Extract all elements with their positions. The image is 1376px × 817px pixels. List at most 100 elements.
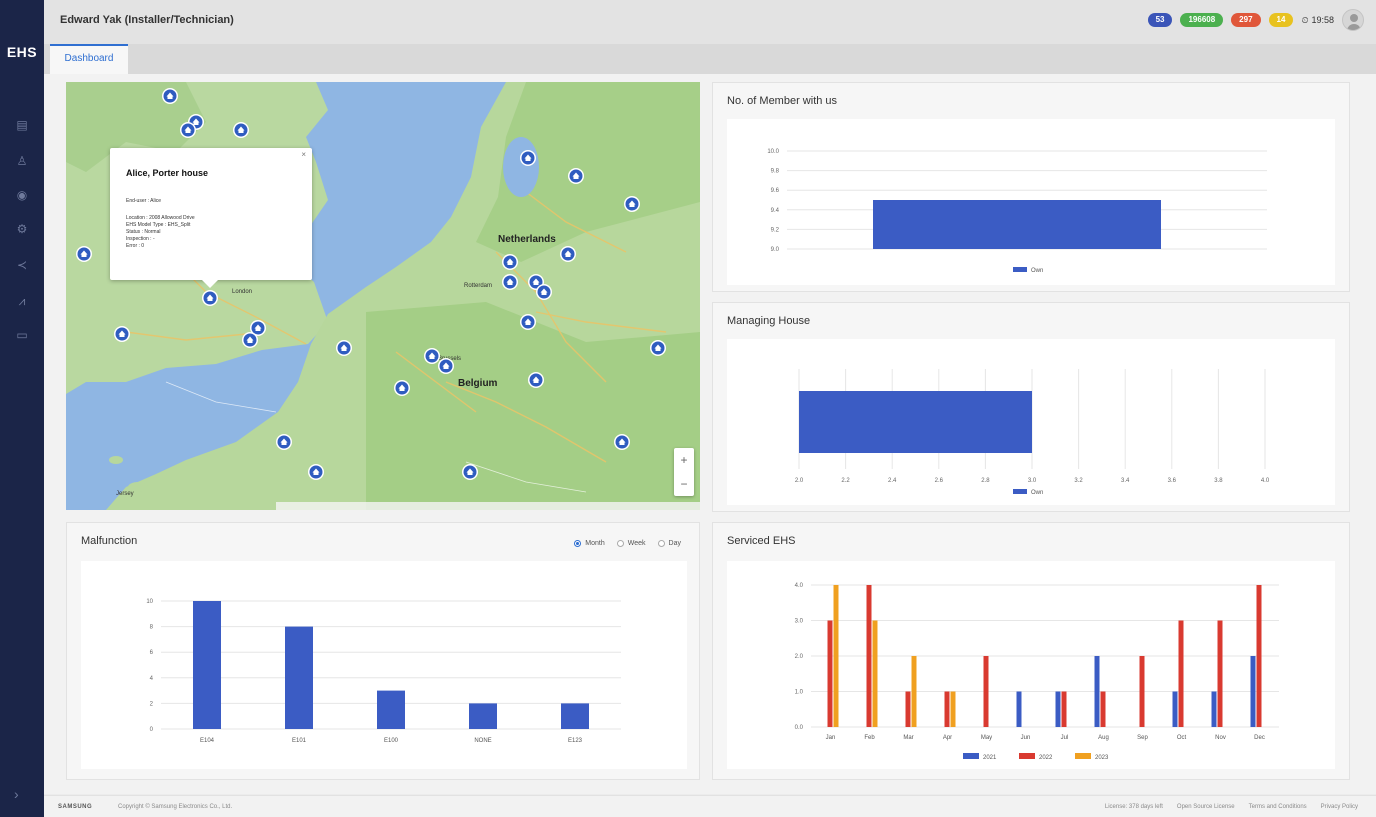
filter-month[interactable]: Month: [574, 540, 605, 547]
x-tick-label: Sep: [1137, 735, 1148, 741]
x-tick-label: E123: [568, 738, 583, 744]
y-tick-label: 3.0: [795, 619, 804, 625]
x-tick-label: Oct: [1177, 735, 1187, 741]
y-tick-label: 10.0: [767, 149, 779, 155]
popup-line: End-user : Alice: [126, 198, 162, 204]
y-tick-label: 6: [150, 650, 154, 656]
legend-label: 2023: [1095, 755, 1109, 761]
bar-2021: [1094, 656, 1100, 727]
x-tick-label: 3.6: [1168, 478, 1177, 484]
bar-2022: [905, 691, 911, 727]
app-logo: EHS: [6, 44, 38, 60]
zoom-in-button[interactable]: +: [674, 448, 694, 472]
filter-week[interactable]: Week: [616, 540, 646, 547]
map-popup: × Alice, Porter house End-user : Alice L…: [110, 148, 312, 288]
dashboard-icon[interactable]: ▤: [13, 116, 31, 134]
bar-2022: [1100, 691, 1106, 727]
managing-chart-area: 2.0 2.2 2.4 2.6 2.8 3.0 3.2 3.4 3.6 3.8 4.0 Own: [727, 339, 1335, 505]
legend-swatch: [1013, 267, 1027, 272]
user-icon[interactable]: ♙: [13, 152, 31, 170]
x-tick-label: Apr: [943, 735, 952, 741]
legend-swatch: [1019, 753, 1035, 759]
x-tick-label: 2.2: [841, 478, 850, 484]
status-badge-green[interactable]: 196608: [1180, 13, 1224, 27]
expand-sidebar-icon[interactable]: ›: [14, 786, 19, 802]
x-tick-label: Aug: [1098, 735, 1109, 741]
bar: [377, 690, 405, 729]
bar-2023: [833, 585, 839, 727]
popup-line: Error : 0: [126, 243, 145, 249]
legend-label: Own: [1031, 490, 1043, 496]
x-tick-label: 4.0: [1261, 478, 1270, 484]
status-badge-red[interactable]: 297: [1231, 13, 1261, 27]
bar-2022: [1139, 656, 1145, 727]
share-icon[interactable]: ≺: [13, 256, 31, 274]
terms-link[interactable]: Terms and Conditions: [1249, 804, 1307, 810]
x-tick-label: Feb: [864, 735, 875, 741]
y-tick-label: 0: [150, 727, 154, 733]
managing-card-title: Managing House: [727, 315, 811, 327]
bar-2022: [983, 656, 989, 727]
popup-line: Status : Normal: [126, 229, 161, 235]
x-tick-label: 3.2: [1074, 478, 1083, 484]
message-icon[interactable]: ▭: [13, 326, 31, 344]
map-label-jersey: Jersey: [116, 491, 134, 497]
managing-chart: 2.0 2.2 2.4 2.6 2.8 3.0 3.2 3.4 3.6 3.8 4.0 Own: [795, 369, 1270, 496]
footer: SAMSUNG Copyright © Samsung Electronics …: [44, 795, 1376, 817]
zoom-out-button[interactable]: −: [674, 472, 694, 496]
bar-2021: [1016, 691, 1022, 727]
lock-icon: ⏲: [1301, 14, 1309, 25]
map-label-belgium: Belgium: [458, 378, 498, 389]
x-tick-label: Nov: [1215, 735, 1226, 741]
clock: ⏲ 19:58: [1301, 15, 1334, 26]
footer-brand: SAMSUNG: [58, 804, 93, 810]
x-tick-label: 2.0: [795, 478, 804, 484]
open-source-link[interactable]: Open Source License: [1177, 804, 1235, 810]
bar-2022: [1256, 585, 1262, 727]
bar-2021: [1250, 656, 1256, 727]
bar-2022: [1217, 620, 1223, 727]
status-badge-blue[interactable]: 53: [1147, 13, 1173, 27]
bar: [285, 626, 313, 729]
y-tick-label: 9.4: [771, 208, 780, 214]
serviced-card: Serviced EHS 0.0 1.0 2.0 3.0 4.0 Jan Feb Mar Apr…: [712, 522, 1350, 780]
x-tick-label: May: [981, 735, 992, 741]
x-tick-label: 3.0: [1028, 478, 1037, 484]
y-tick-label: 9.6: [771, 188, 780, 194]
popup-title: Alice, Porter house: [126, 168, 209, 178]
globe-icon[interactable]: ◉: [13, 186, 31, 204]
map-view[interactable]: Netherlands Belgium London Jersey Rotter…: [66, 82, 700, 510]
license-days: License: 378 days left: [1104, 804, 1163, 810]
filter-day-label: Day: [668, 540, 681, 547]
sidebar: EHS ▤ ♙ ◉ ⚙ ≺ ⩘ ▭ ›: [0, 0, 44, 817]
status-badge-yellow[interactable]: 14: [1268, 13, 1294, 27]
y-tick-label: 2: [150, 701, 154, 707]
y-tick-label: 9.0: [771, 247, 780, 253]
x-tick-label: Mar: [903, 735, 913, 741]
x-tick-label: NONE: [474, 738, 491, 744]
avatar[interactable]: [1342, 9, 1364, 31]
radio-icon: [616, 540, 624, 547]
y-tick-label: 4.0: [795, 583, 804, 589]
bar-2022: [1061, 691, 1067, 727]
clock-time: 19:58: [1311, 15, 1334, 25]
radio-icon: [657, 540, 665, 547]
settings-icon[interactable]: ⚙: [13, 220, 31, 238]
user-label[interactable]: Edward Yak (Installer/Technician): [60, 14, 234, 26]
x-tick-label: 2.8: [981, 478, 990, 484]
y-tick-label: 9.2: [771, 227, 780, 233]
tab-dashboard[interactable]: Dashboard: [50, 44, 128, 74]
privacy-link[interactable]: Privacy Policy: [1321, 804, 1358, 810]
serviced-chart: 0.0 1.0 2.0 3.0 4.0 Jan Feb Mar Apr May Jun Jul Aug S…: [795, 583, 1279, 761]
bar-2023: [950, 691, 956, 727]
close-icon[interactable]: ×: [301, 150, 306, 159]
filter-month-label: Month: [585, 540, 605, 547]
bar-2021: [1172, 691, 1178, 727]
filter-day[interactable]: Day: [657, 540, 681, 547]
managing-card: Managing House 2.0 2.2 2.4 2.6 2.8 3.0 3.2 3.4 3…: [712, 302, 1350, 512]
member-card-title: No. of Member with us: [727, 95, 838, 107]
analytics-icon[interactable]: ⩘: [13, 292, 31, 310]
legend-swatch: [1075, 753, 1091, 759]
member-chart: 10.0 9.8 9.6 9.4 9.2 9.0 Own: [767, 149, 1267, 274]
top-header: Edward Yak (Installer/Technician) 53 196…: [44, 0, 1376, 44]
